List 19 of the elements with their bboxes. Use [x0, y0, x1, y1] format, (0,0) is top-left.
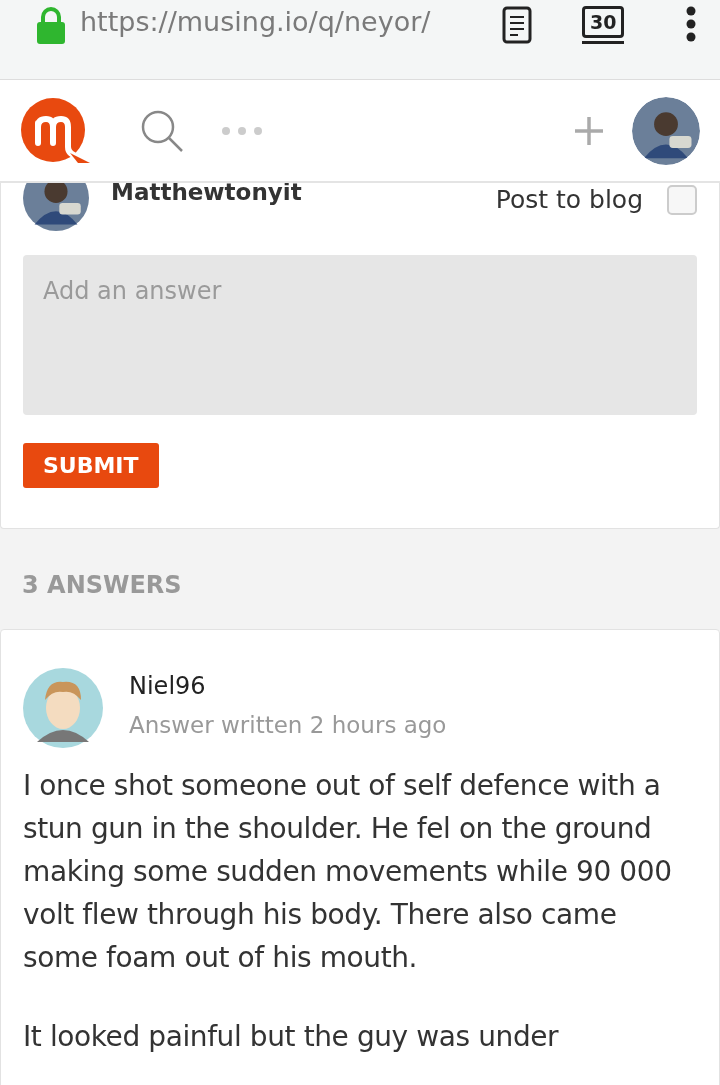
submit-button[interactable]: SUBMIT [23, 443, 159, 488]
avatar [632, 96, 700, 165]
author-name[interactable]: Niel96 [129, 672, 447, 700]
avatar [23, 183, 89, 231]
answer-field[interactable]: Add an answer [23, 255, 697, 415]
answer-paragraph: I once shot someone out of self defence with a stun gun in the shoulder. He fel on the ground making some sudden movements while 90 000 volt flew through his body. There also came some foam out of his mouth. [23, 768, 673, 976]
answers-heading: 3 ANSWERS [22, 571, 183, 599]
answer-paragraph: It looked painful but the guy was under [23, 1019, 560, 1055]
checkbox[interactable] [667, 185, 697, 215]
search-icon[interactable] [140, 108, 184, 153]
document-icon[interactable] [502, 6, 532, 44]
username: Matthewtonyit [111, 183, 302, 205]
lock-icon [36, 6, 66, 44]
url-text[interactable]: https://musing.io/q/neyor/ [80, 6, 478, 37]
logo-icon[interactable] [20, 96, 92, 165]
answer-meta: Answer written 2 hours ago [129, 712, 447, 738]
add-icon[interactable] [574, 115, 604, 146]
checkbox-label: Post to blog [495, 185, 643, 214]
more-icon[interactable] [686, 6, 697, 42]
